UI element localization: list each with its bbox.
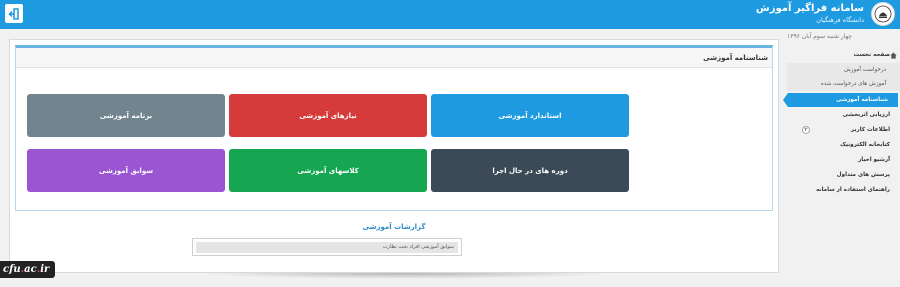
- user-info-badge: ۲: [802, 126, 810, 134]
- sidebar-item-label: راهنمای استفاده از سامانه: [816, 187, 890, 193]
- reports-section: گزارشات آموزشی سوابق آموزشی افراد تحت نظ…: [15, 214, 773, 270]
- watermark-logo: cfu.ac.ir: [0, 261, 55, 278]
- sidebar-item-label: صفحه نخست: [853, 52, 890, 58]
- reports-title: گزارشات آموزشی: [362, 223, 426, 231]
- current-date: چهار شنبه سوم آبان ۱۳۹۶: [787, 33, 852, 40]
- sidebar-item-training-request[interactable]: درخواست آموزش: [787, 63, 900, 77]
- logout-button[interactable]: [5, 4, 23, 23]
- active-indicator: [783, 93, 788, 107]
- sidebar-item-label: شناسنامه آموزشی: [836, 97, 888, 103]
- sidebar-item-requested-trainings[interactable]: آموزش های درخواست شده: [787, 77, 900, 91]
- sidebar-item-training-profile[interactable]: شناسنامه آموزشی: [783, 93, 898, 107]
- sidebar-nav: صفحه نخست درخواست آموزش آموزش های درخواس…: [783, 48, 900, 198]
- tile-training-needs[interactable]: نیازهای آموزشی: [229, 94, 427, 137]
- sidebar-item-label: اطلاعات کاربر: [850, 127, 890, 133]
- tile-training-records[interactable]: سوابق آموزشی: [27, 149, 225, 192]
- sidebar-item-label: آموزش های درخواست شده: [820, 81, 886, 87]
- app-subtitle: دانشگاه فرهنگیان: [816, 16, 864, 24]
- sidebar-item-faq[interactable]: پرسش های متداول: [787, 168, 900, 182]
- app-title: سامانه فراگیر آموزش: [755, 3, 864, 14]
- sidebar-item-effectiveness-evaluation[interactable]: ارزیابی اثربخشی: [787, 108, 900, 122]
- panel-shadow: [200, 273, 610, 279]
- tile-training-classes[interactable]: کلاسهای آموزشی: [229, 149, 427, 192]
- sidebar-item-user-guide[interactable]: راهنمای استفاده از سامانه: [787, 183, 900, 197]
- sidebar-item-label: درخواست آموزش: [843, 67, 886, 73]
- report-link-supervised-records[interactable]: سوابق آموزشی افراد تحت نظارت: [196, 242, 458, 253]
- section-title: شناسنامه آموزشی: [16, 48, 772, 68]
- logout-icon: [8, 7, 19, 20]
- sidebar-item-label: پرسش های متداول: [836, 172, 890, 178]
- sidebar-item-label: کتابخانه الکترونیک: [840, 142, 890, 148]
- reports-list: سوابق آموزشی افراد تحت نظارت: [192, 238, 462, 256]
- top-header-bar: سامانه فراگیر آموزش دانشگاه فرهنگیان: [0, 0, 900, 29]
- sidebar-item-label: آرشیو اخبار: [858, 157, 890, 163]
- sidebar-item-news-archive[interactable]: آرشیو اخبار: [787, 153, 900, 167]
- sidebar-item-user-info[interactable]: اطلاعات کاربر ۲: [787, 123, 900, 137]
- university-seal-icon: [874, 5, 892, 23]
- sidebar-item-label: ارزیابی اثربخشی: [842, 112, 890, 118]
- tile-training-program[interactable]: برنامه آموزشی: [27, 94, 225, 137]
- training-profile-card: شناسنامه آموزشی استاندارد آموزشی نیازهای…: [15, 45, 773, 211]
- home-icon: [890, 52, 897, 59]
- tile-training-standard[interactable]: استاندارد آموزشی: [431, 94, 629, 137]
- sidebar-item-e-library[interactable]: کتابخانه الکترونیک: [787, 138, 900, 152]
- main-panel: شناسنامه آموزشی استاندارد آموزشی نیازهای…: [9, 39, 779, 273]
- sidebar-item-home[interactable]: صفحه نخست: [787, 48, 900, 62]
- tile-running-courses[interactable]: دوره های در حال اجرا: [431, 149, 629, 192]
- university-logo: [871, 2, 895, 26]
